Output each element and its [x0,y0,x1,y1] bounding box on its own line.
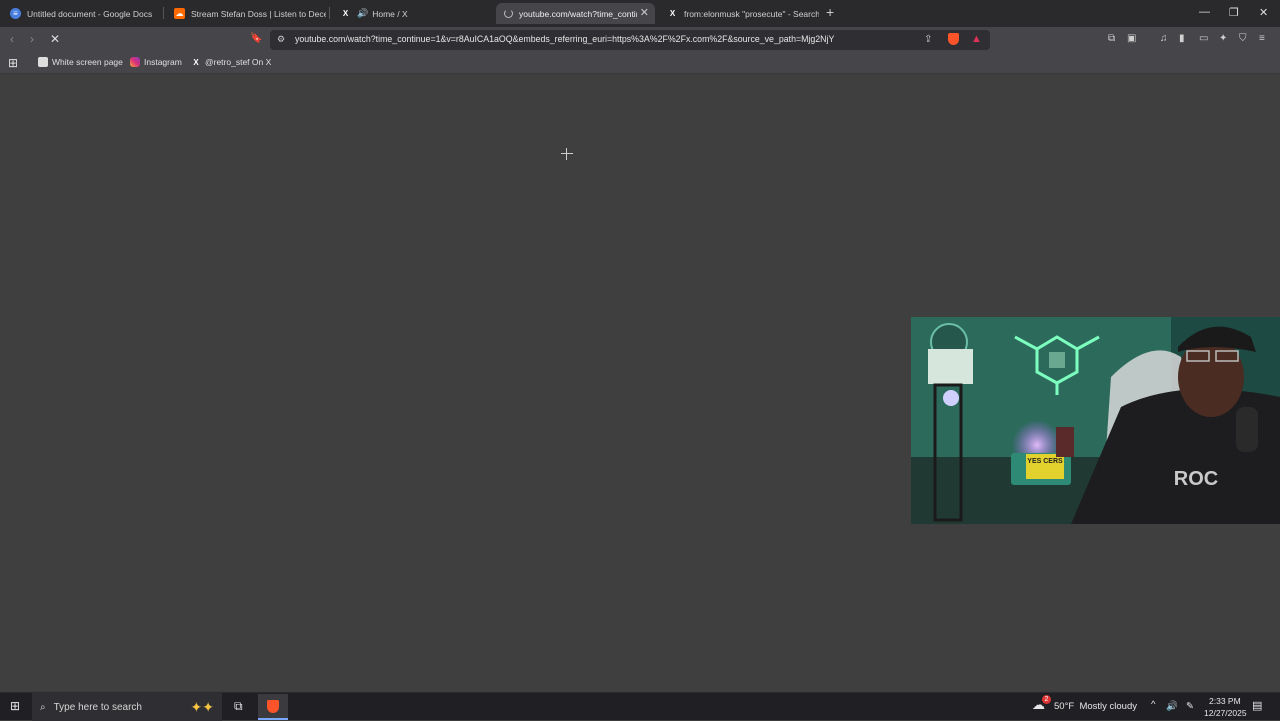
webcam-image: YES CERS ROC [911,317,1280,524]
shirt-text: ROC [1174,468,1218,490]
search-icon: ⌕ [40,701,46,713]
new-tab-button[interactable]: + [826,4,834,20]
tab-title: from:elonmusk "prosecute" - Search [684,8,819,19]
leo-ai-icon[interactable]: ✦ [1219,33,1227,44]
browser-toolbar: ‹ › ✕ 🔖 ⚙ youtube.com/watch?time_continu… [0,27,1280,53]
sign-text: YES CERS [1027,458,1063,465]
minimize-button[interactable]: — [1199,6,1210,18]
address-bar[interactable]: ⚙ youtube.com/watch?time_continue=1&v=r8… [270,30,990,50]
tab-home-x[interactable]: X 🔊 Home / X [332,3,492,24]
x-icon: X [669,9,676,18]
search-placeholder: Type here to search [53,701,142,713]
apps-icon[interactable]: ⊞ [8,56,18,70]
x-icon: X [193,57,199,67]
wallet-icon[interactable]: ▭ [1199,33,1208,44]
bookmark-instagram[interactable]: Instagram [130,57,182,67]
back-button[interactable]: ‹ [10,32,14,46]
media-icon[interactable]: ♫ [1160,33,1168,44]
task-view-icon[interactable]: ⧉ [234,699,243,714]
brave-rewards-icon[interactable]: ▲ [971,33,982,45]
tab-title: Untitled document - Google Docs [27,8,153,19]
tab-separator [329,7,330,19]
taskbar-search-box[interactable]: ⌕ Type here to search ✦✦ [32,693,222,721]
vpn-icon[interactable]: ⛉ [1239,33,1247,44]
notifications-icon[interactable]: ▤ [1252,699,1262,712]
extensions-icon[interactable]: ⧉ [1108,33,1115,44]
tab-x-search[interactable]: X from:elonmusk "prosecute" - Search [659,3,819,24]
close-window-button[interactable]: ✕ [1259,6,1268,19]
tab-google-docs[interactable]: ≡ Untitled document - Google Docs [2,3,162,24]
forward-button[interactable]: › [30,32,34,46]
bookmarks-bar: ⊞ White screen page Instagram X @retro_s… [0,53,1280,74]
audio-icon[interactable]: 🔊 [357,8,368,19]
stop-loading-button[interactable]: ✕ [50,32,60,46]
brave-shields-icon[interactable] [948,33,959,45]
page-icon [38,57,48,67]
tab-separator [163,7,164,19]
sidebar-icon[interactable]: ▮ [1179,33,1185,44]
tab-title: Stream Stefan Doss | Listen to Decen [191,8,326,19]
show-hidden-icons[interactable]: ^ [1151,699,1155,710]
instagram-icon [130,57,140,67]
share-icon[interactable]: ⇪ [924,34,932,45]
weather-text[interactable]: 50°F Mostly cloudy [1054,701,1137,712]
weather-badge: 2 [1042,695,1051,704]
tab-youtube[interactable]: youtube.com/watch?time_contin ✕ [496,3,655,24]
tab-title: youtube.com/watch?time_contin [519,8,637,19]
restore-button[interactable]: ❐ [1229,6,1239,19]
tab-bar: ≡ Untitled document - Google Docs ☁ Stre… [0,0,1280,27]
volume-icon[interactable]: 🔊 [1166,701,1178,712]
google-docs-icon: ≡ [10,8,21,19]
search-highlight-icon: ✦✦ [190,698,214,715]
brave-taskbar-icon[interactable] [258,694,288,720]
tab-soundcloud[interactable]: ☁ Stream Stefan Doss | Listen to Decen [166,3,326,24]
soundcloud-icon: ☁ [174,8,185,19]
clock-time[interactable]: 2:33 PM [1209,696,1241,706]
windows-start-icon[interactable]: ⊞ [10,699,20,713]
menu-icon[interactable]: ≡ [1259,33,1265,44]
windows-taskbar: ⊞ ⌕ Type here to search ✦✦ ⧉ ☁ 2 50°F Mo… [0,692,1280,721]
bookmark-label: White screen page [52,57,123,67]
screenshot-icon[interactable]: ▣ [1127,33,1136,44]
url-text[interactable]: youtube.com/watch?time_continue=1&v=r8Au… [295,34,834,44]
site-info-icon[interactable]: ⚙ [277,34,285,45]
clock-date[interactable]: 12/27/2025 [1204,708,1247,718]
bookmark-white-screen[interactable]: White screen page [38,57,123,67]
tab-title: Home / X [372,8,408,19]
webcam-overlay: YES CERS ROC [911,317,1280,524]
mouse-cursor [561,148,573,160]
x-icon: X [342,9,349,18]
loading-icon [504,9,513,18]
bookmark-label: @retro_stef On X [205,57,272,67]
close-tab-icon[interactable]: ✕ [640,6,649,19]
bookmark-retro-stef[interactable]: X @retro_stef On X [191,57,271,67]
brave-icon [267,699,279,713]
pen-icon[interactable]: ✎ [1186,701,1194,712]
bookmark-label: Instagram [144,57,182,67]
bookmark-icon[interactable]: 🔖 [250,33,262,44]
